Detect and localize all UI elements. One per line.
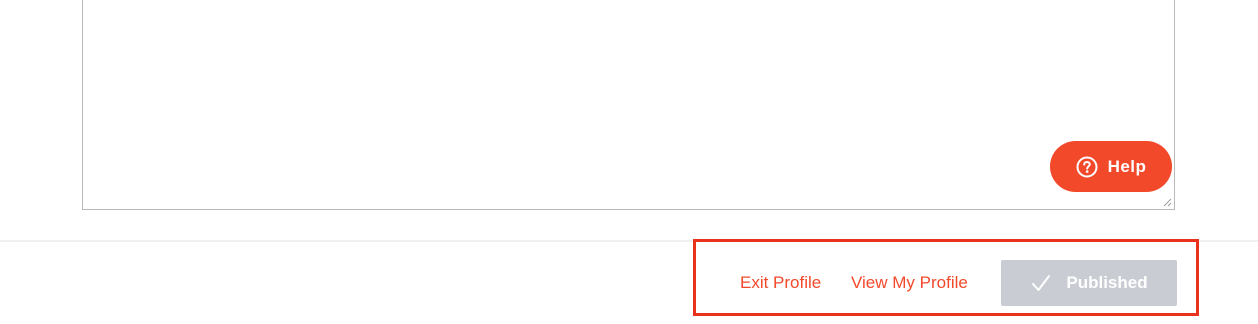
- help-button-label: Help: [1107, 156, 1147, 176]
- profile-textarea[interactable]: [82, 0, 1175, 210]
- view-my-profile-link[interactable]: View My Profile: [851, 260, 968, 306]
- published-button[interactable]: Published: [1001, 260, 1177, 306]
- exit-profile-link[interactable]: Exit Profile: [740, 260, 821, 306]
- footer-actions: Exit Profile View My Profile Published: [700, 260, 1190, 306]
- published-button-label: Published: [1066, 273, 1148, 292]
- resize-handle-icon[interactable]: [1163, 198, 1172, 207]
- question-circle-icon: [1076, 156, 1098, 178]
- check-icon: [1030, 272, 1052, 294]
- help-button[interactable]: Help: [1050, 141, 1172, 192]
- page: Help Exit Profile View My Profile Publis…: [0, 0, 1258, 324]
